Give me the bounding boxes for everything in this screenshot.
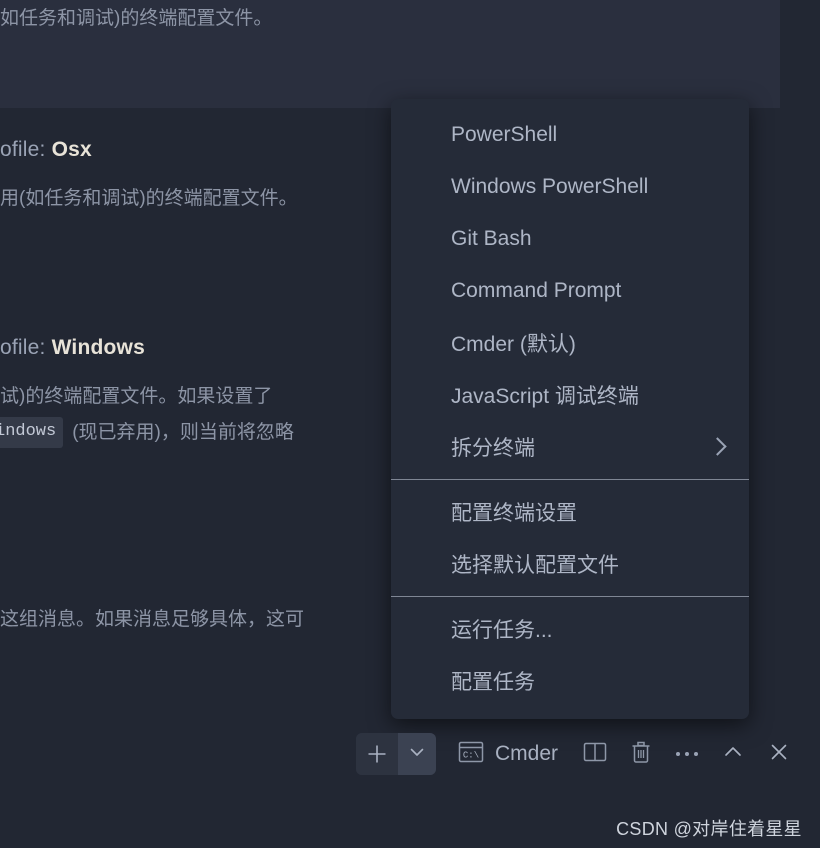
menu-item-cmder-default[interactable]: Cmder (默认) xyxy=(391,317,749,369)
menu-item-javascript-debug-terminal[interactable]: JavaScript 调试终端 xyxy=(391,369,749,421)
menu-item-label: Command Prompt xyxy=(451,279,622,302)
menu-item-command-prompt[interactable]: Command Prompt xyxy=(391,265,749,317)
menu-item-label: Windows PowerShell xyxy=(451,175,649,198)
active-terminal-tab[interactable]: C:\ Cmder xyxy=(450,733,568,775)
chevron-up-icon xyxy=(721,740,745,769)
menu-item-label: 配置终端设置 xyxy=(451,502,577,525)
maximize-panel-button[interactable] xyxy=(710,733,756,775)
watermark: CSDN @对岸住着星星 xyxy=(616,819,802,839)
menu-section-profiles: PowerShell Windows PowerShell Git Bash C… xyxy=(391,109,749,473)
menu-item-label: JavaScript 调试终端 xyxy=(451,385,639,408)
menu-item-git-bash[interactable]: Git Bash xyxy=(391,213,749,265)
menu-item-configure-terminal-settings[interactable]: 配置终端设置 xyxy=(391,486,749,538)
menu-separator-1 xyxy=(391,479,749,480)
close-panel-button[interactable] xyxy=(756,733,802,775)
terminal-profile-context-menu[interactable]: PowerShell Windows PowerShell Git Bash C… xyxy=(391,99,749,719)
trash-icon xyxy=(629,739,653,770)
new-terminal-button[interactable] xyxy=(355,733,398,775)
plus-icon xyxy=(365,742,389,766)
setting-block-clipped-top: 如任务和调试)的终端配置文件。 xyxy=(0,4,780,33)
setting-title-value: Osx xyxy=(51,138,92,161)
setting-description: 如任务和调试)的终端配置文件。 xyxy=(0,8,273,29)
close-icon xyxy=(767,740,791,769)
chevron-down-icon xyxy=(408,743,426,766)
setting-inline-code: indows xyxy=(0,417,64,448)
ellipsis-icon xyxy=(676,752,698,756)
menu-item-label: PowerShell xyxy=(451,123,558,146)
terminal-panel-toolbar: C:\ Cmder xyxy=(0,726,820,782)
menu-item-label: 拆分终端 xyxy=(451,437,535,460)
menu-item-label: 配置任务 xyxy=(451,671,535,694)
chevron-right-icon xyxy=(709,436,725,458)
new-terminal-button-group[interactable] xyxy=(355,733,436,775)
menu-item-split-terminal[interactable]: 拆分终端 xyxy=(391,421,749,473)
menu-item-configure-task[interactable]: 配置任务 xyxy=(391,655,749,707)
menu-item-label: 选择默认配置文件 xyxy=(451,554,619,577)
menu-item-select-default-profile[interactable]: 选择默认配置文件 xyxy=(391,538,749,590)
menu-section-tasks: 运行任务... 配置任务 xyxy=(391,603,749,707)
setting-title-prefix: ofile: xyxy=(0,336,52,359)
menu-item-label: Git Bash xyxy=(451,227,532,250)
setting-title-value: Windows xyxy=(51,336,145,359)
split-terminal-button[interactable] xyxy=(572,733,618,775)
kill-terminal-button[interactable] xyxy=(618,733,664,775)
menu-section-configuration: 配置终端设置 选择默认配置文件 xyxy=(391,486,749,590)
setting-title-prefix: ofile: xyxy=(0,138,52,161)
split-pane-icon xyxy=(582,740,608,769)
active-terminal-label: Cmder xyxy=(494,742,558,765)
menu-item-windows-powershell[interactable]: Windows PowerShell xyxy=(391,161,749,213)
menu-item-run-task[interactable]: 运行任务... xyxy=(391,603,749,655)
command-prompt-icon: C:\ xyxy=(458,740,484,769)
menu-item-label: 运行任务... xyxy=(451,619,553,642)
setting-description-tail: (现已弃用)，则当前将忽略 xyxy=(72,421,294,443)
menu-item-powershell[interactable]: PowerShell xyxy=(391,109,749,161)
new-terminal-dropdown-button[interactable] xyxy=(397,733,436,775)
svg-text:C:\: C:\ xyxy=(463,750,479,760)
more-actions-button[interactable] xyxy=(664,733,710,775)
menu-separator-2 xyxy=(391,596,749,597)
menu-item-label: Cmder (默认) xyxy=(451,333,576,356)
